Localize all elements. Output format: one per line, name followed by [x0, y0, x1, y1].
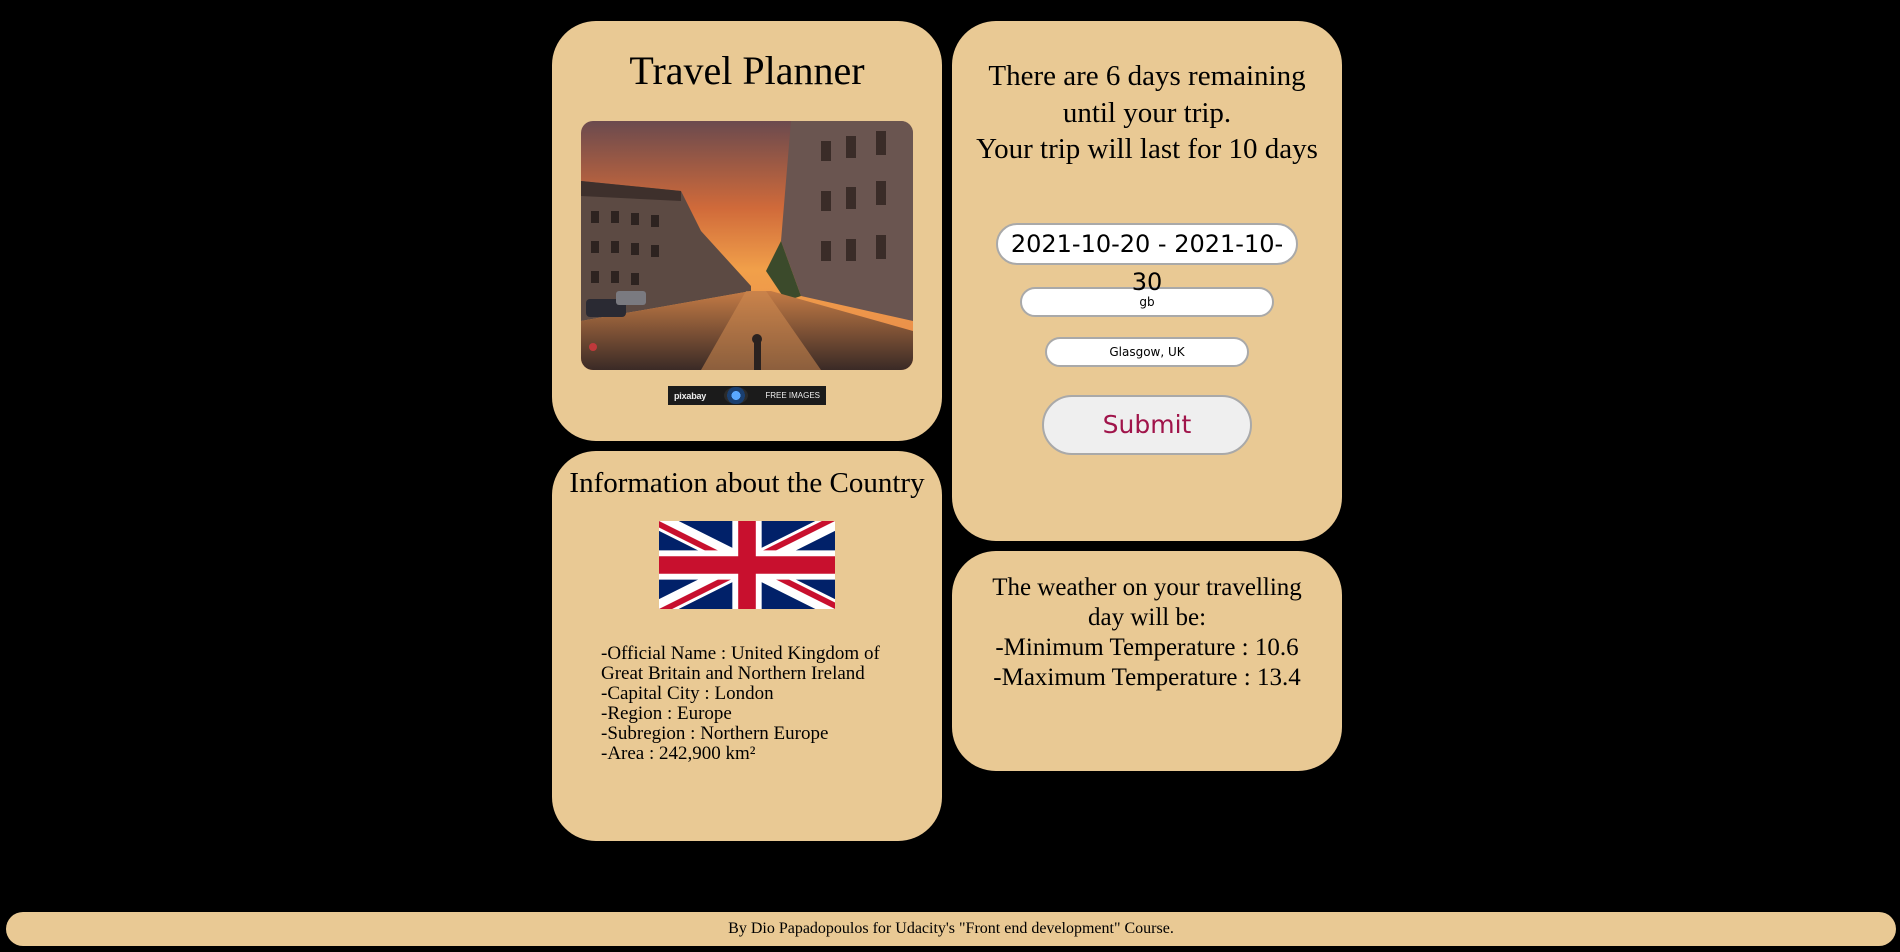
weather-intro: The weather on your travelling day will …: [992, 574, 1302, 631]
app-title: Travel Planner: [629, 48, 865, 93]
trip-summary: There are 6 days remaining until your tr…: [952, 21, 1342, 168]
trip-duration-text: Your trip will last for 10 days: [976, 133, 1318, 166]
submit-button[interactable]: Submit: [1042, 394, 1252, 455]
min-temperature: -Minimum Temperature : 10.6: [995, 634, 1299, 661]
trip-card: There are 6 days remaining until your tr…: [952, 21, 1342, 541]
pixabay-badge[interactable]: pixabay FREE IMAGES: [668, 386, 826, 405]
footer: By Dio Papadopoulos for Udacity's "Front…: [6, 912, 1896, 946]
pixabay-free-images: FREE IMAGES: [765, 391, 820, 400]
country-info: -Official Name : United Kingdom of Great…: [601, 642, 902, 765]
camera-lens-icon: [723, 387, 748, 404]
country-card: Information about the Country -Official …: [552, 451, 942, 841]
country-region: -Region : Europe: [601, 703, 732, 725]
pixabay-logo: pixabay: [674, 390, 707, 401]
country-section-title: Information about the Country: [569, 467, 925, 499]
destination-photo-svg: [581, 121, 913, 370]
country-official-name: -Official Name : United Kingdom of Great…: [601, 642, 880, 684]
weather-card: The weather on your travelling day will …: [952, 551, 1342, 771]
country-capital: -Capital City : London: [601, 683, 774, 705]
city-field[interactable]: Glasgow, UK: [1045, 336, 1249, 367]
max-temperature: -Maximum Temperature : 13.4: [993, 664, 1301, 691]
country-area: -Area : 242,900 km²: [601, 743, 756, 765]
country-subregion: -Subregion : Northern Europe: [601, 723, 829, 745]
country-code-field[interactable]: gb: [1020, 286, 1274, 317]
destination-photo: [581, 121, 913, 370]
title-card: Travel Planner pixabay FREE IMAGES: [552, 21, 942, 441]
date-range-field[interactable]: 2021-10-20 - 2021-10-30: [996, 222, 1298, 296]
uk-flag-icon: [659, 520, 835, 609]
days-remaining-text: There are 6 days remaining until your tr…: [988, 60, 1306, 129]
weather-info: The weather on your travelling day will …: [952, 551, 1342, 693]
